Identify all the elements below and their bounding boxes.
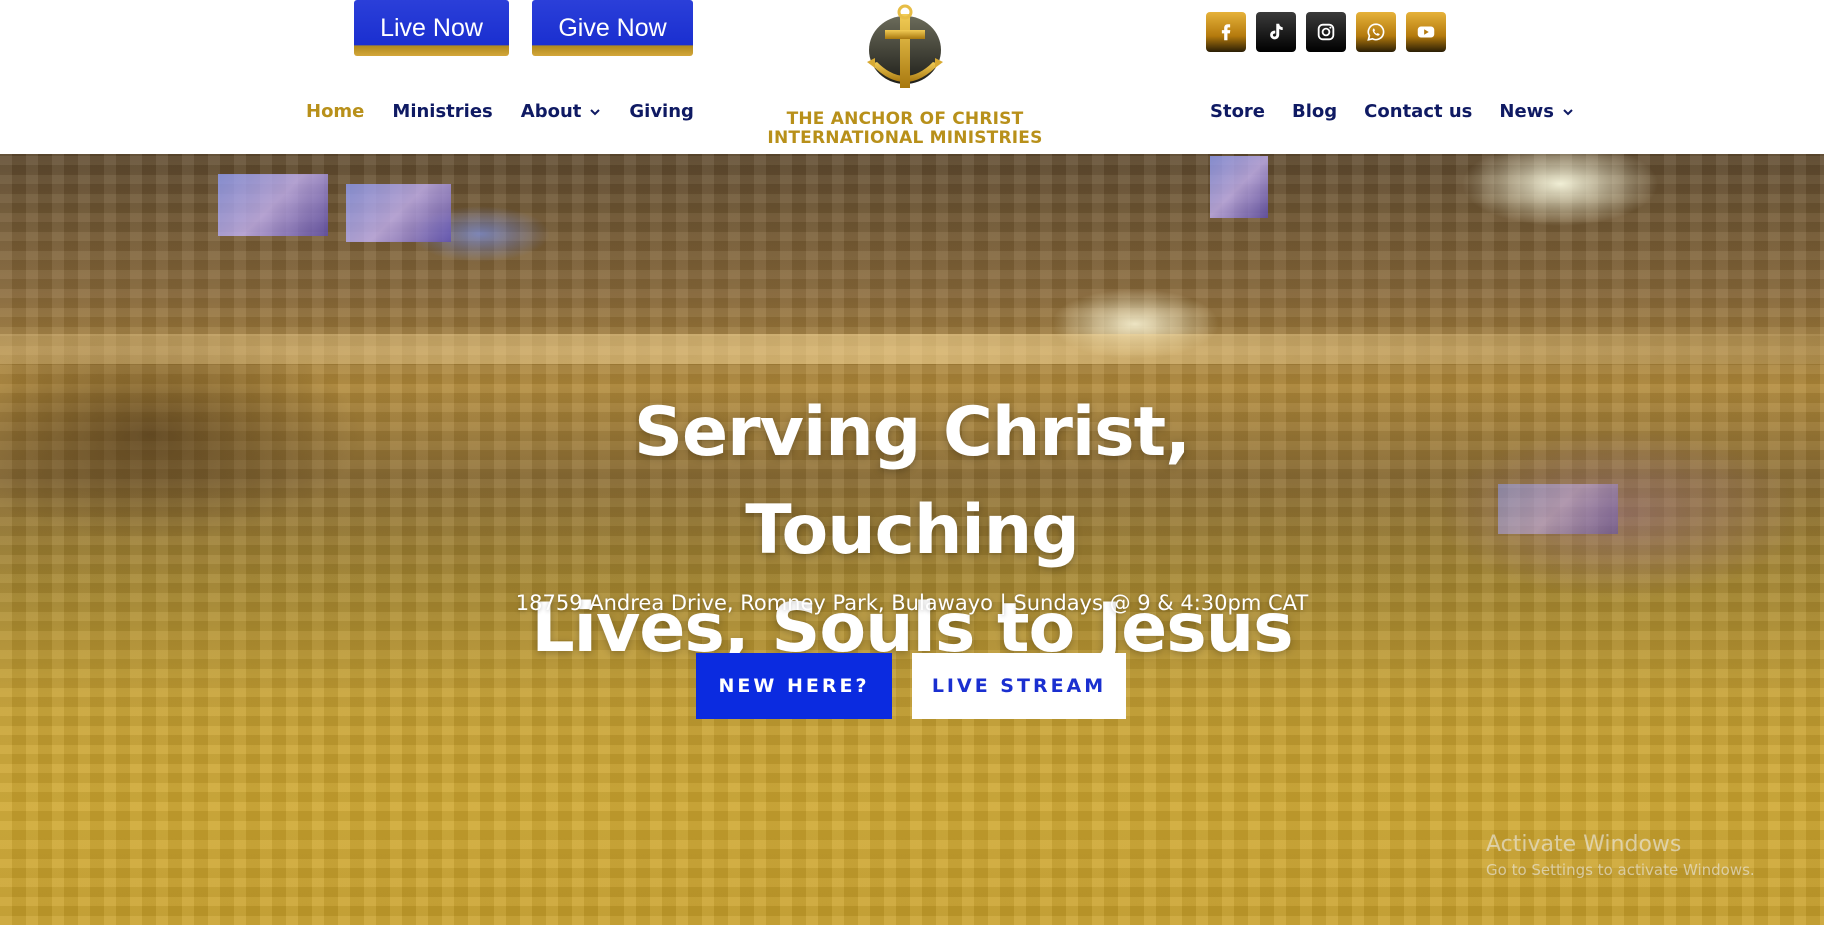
site-header: Live Now Give Now THE ANCHOR OF CHRIST I… bbox=[0, 0, 1824, 154]
nav-item-label: Home bbox=[306, 101, 365, 122]
background-screen bbox=[1210, 156, 1268, 218]
nav-item-label: Contact us bbox=[1364, 101, 1473, 122]
youtube-link[interactable] bbox=[1406, 12, 1446, 52]
logo-title-line1: THE ANCHOR OF CHRIST bbox=[786, 109, 1024, 129]
live-now-button[interactable]: Live Now bbox=[354, 0, 509, 56]
facebook-icon bbox=[1221, 24, 1231, 41]
nav-item-store[interactable]: Store bbox=[1210, 101, 1265, 122]
give-now-button[interactable]: Give Now bbox=[532, 0, 693, 56]
whatsapp-link[interactable] bbox=[1356, 12, 1396, 52]
main-nav-left: Home Ministries About Giving bbox=[306, 101, 694, 122]
nav-item-label: Ministries bbox=[392, 101, 493, 122]
hero-title: Serving Christ, Touching Lives, Souls to… bbox=[462, 384, 1362, 678]
hero-section: Serving Christ, Touching Lives, Souls to… bbox=[0, 154, 1824, 925]
nav-item-home[interactable]: Home bbox=[306, 101, 364, 122]
nav-item-label: News bbox=[1499, 101, 1555, 122]
hero-background-band bbox=[0, 334, 1824, 364]
instagram-link[interactable] bbox=[1306, 12, 1346, 52]
chevron-down-icon bbox=[590, 108, 601, 115]
nav-item-label: Giving bbox=[629, 101, 694, 122]
watermark-title: Activate Windows bbox=[1486, 832, 1682, 857]
anchor-cross-logo-icon bbox=[867, 4, 943, 88]
tiktok-icon bbox=[1270, 23, 1283, 40]
nav-item-giving[interactable]: Giving bbox=[629, 101, 694, 122]
nav-item-label: Blog bbox=[1292, 101, 1338, 122]
hero-title-line1: Serving Christ, Touching bbox=[634, 393, 1191, 570]
youtube-icon bbox=[1417, 26, 1435, 38]
logo-title-line2: INTERNATIONAL MINISTRIES bbox=[767, 128, 1043, 148]
social-links bbox=[1206, 12, 1446, 52]
live-stream-button[interactable]: LIVE STREAM bbox=[912, 653, 1126, 719]
main-nav-right: Store Blog Contact us News bbox=[1210, 101, 1574, 122]
background-screen bbox=[1498, 484, 1618, 534]
facebook-link[interactable] bbox=[1206, 12, 1246, 52]
nav-item-blog[interactable]: Blog bbox=[1292, 101, 1337, 122]
new-here-button[interactable]: NEW HERE? bbox=[696, 653, 892, 719]
background-screen bbox=[346, 184, 451, 242]
whatsapp-icon bbox=[1367, 23, 1385, 41]
tiktok-link[interactable] bbox=[1256, 12, 1296, 52]
site-logo[interactable]: THE ANCHOR OF CHRIST INTERNATIONAL MINIS… bbox=[760, 0, 1050, 154]
nav-item-about[interactable]: About bbox=[521, 101, 602, 122]
nav-item-label: About bbox=[520, 101, 582, 122]
background-screen bbox=[218, 174, 328, 236]
watermark-subtitle: Go to Settings to activate Windows. bbox=[1486, 861, 1755, 879]
activate-windows-watermark: Activate Windows Go to Settings to activ… bbox=[1486, 832, 1755, 879]
nav-item-label: Store bbox=[1210, 101, 1266, 122]
nav-item-ministries[interactable]: Ministries bbox=[392, 101, 492, 122]
nav-item-news[interactable]: News bbox=[1499, 101, 1574, 122]
hero-address-schedule: 18759 Andrea Drive, Romney Park, Bulaway… bbox=[515, 591, 1309, 615]
chevron-down-icon bbox=[1563, 108, 1573, 115]
instagram-icon bbox=[1317, 23, 1335, 41]
nav-item-contact[interactable]: Contact us bbox=[1364, 101, 1472, 122]
